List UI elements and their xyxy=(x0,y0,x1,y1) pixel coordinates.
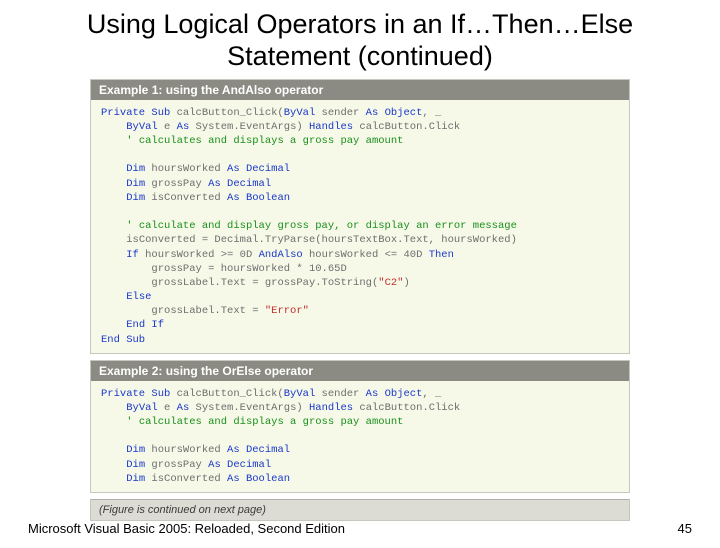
code-kw: AndAlso xyxy=(259,249,303,261)
code-ident: hoursWorked xyxy=(145,163,227,175)
code-ident: grossLabel.Text = grossPay.ToString( xyxy=(151,277,378,289)
code-kw: Dim xyxy=(126,444,145,456)
example-1-code: Private Sub calcButton_Click(ByVal sende… xyxy=(91,100,629,353)
code-kw: Private Sub xyxy=(101,388,170,400)
code-ident: e xyxy=(158,121,177,133)
code-ident: isConverted xyxy=(145,192,227,204)
code-kw: Dim xyxy=(126,473,145,485)
code-ident: sender xyxy=(315,388,365,400)
code-kw: As Object xyxy=(366,107,423,119)
code-kw: Handles xyxy=(309,402,353,414)
example-1-header: Example 1: using the AndAlso operator xyxy=(91,80,629,100)
code-kw: ByVal xyxy=(284,388,316,400)
code-kw: As xyxy=(177,121,190,133)
example-2-header: Example 2: using the OrElse operator xyxy=(91,361,629,381)
code-kw: Dim xyxy=(126,459,145,471)
code-kw: Dim xyxy=(126,192,145,204)
footer-book-title: Microsoft Visual Basic 2005: Reloaded, S… xyxy=(28,521,345,536)
code-comment: ' calculates and displays a gross pay am… xyxy=(126,135,403,147)
code-kw: Then xyxy=(429,249,454,261)
code-line: isConverted = Decimal.TryParse(hoursText… xyxy=(126,234,517,246)
code-kw: Dim xyxy=(126,178,145,190)
code-string: "C2" xyxy=(378,277,403,289)
code-kw: End If xyxy=(126,319,164,331)
code-ident: isConverted xyxy=(145,473,227,485)
code-kw: End Sub xyxy=(101,334,145,346)
code-kw: Else xyxy=(126,291,151,303)
example-2-code: Private Sub calcButton_Click(ByVal sende… xyxy=(91,381,629,492)
code-ident: System.EventArgs) xyxy=(189,121,309,133)
code-ident: grossPay xyxy=(145,178,208,190)
code-line: grossPay = hoursWorked * 10.65D xyxy=(151,263,346,275)
code-kw: Dim xyxy=(126,163,145,175)
code-ident: System.EventArgs) xyxy=(189,402,309,414)
code-kw: As Decimal xyxy=(208,178,271,190)
code-string: "Error" xyxy=(265,305,309,317)
examples-container: Example 1: using the AndAlso operator Pr… xyxy=(90,79,630,493)
code-kw: As Decimal xyxy=(227,444,290,456)
example-1-box: Example 1: using the AndAlso operator Pr… xyxy=(90,79,630,354)
code-ident: , _ xyxy=(422,388,441,400)
code-kw: As Decimal xyxy=(208,459,271,471)
code-ident: , _ xyxy=(422,107,441,119)
code-kw: As Object xyxy=(366,388,423,400)
code-comment: ' calculate and display gross pay, or di… xyxy=(126,220,517,232)
code-ident: calcButton.Click xyxy=(353,402,460,414)
page-title: Using Logical Operators in an If…Then…El… xyxy=(60,8,660,73)
example-2-box: Example 2: using the OrElse operator Pri… xyxy=(90,360,630,493)
code-kw: If xyxy=(126,249,139,261)
code-ident: calcButton.Click xyxy=(353,121,460,133)
code-ident: sender xyxy=(315,107,365,119)
code-ident: hoursWorked <= 40D xyxy=(303,249,429,261)
code-kw: As Boolean xyxy=(227,192,290,204)
code-ident: e xyxy=(158,402,177,414)
code-kw: As Boolean xyxy=(227,473,290,485)
code-ident: calcButton_Click( xyxy=(170,388,283,400)
footer-page-number: 45 xyxy=(678,521,692,536)
code-kw: ByVal xyxy=(126,402,158,414)
figure-continued-note: (Figure is continued on next page) xyxy=(90,499,630,521)
code-comment: ' calculates and displays a gross pay am… xyxy=(126,416,403,428)
code-kw: Private Sub xyxy=(101,107,170,119)
code-ident: ) xyxy=(403,277,409,289)
code-kw: Handles xyxy=(309,121,353,133)
code-ident: grossPay xyxy=(145,459,208,471)
code-kw: As xyxy=(177,402,190,414)
code-kw: ByVal xyxy=(284,107,316,119)
code-ident: calcButton_Click( xyxy=(170,107,283,119)
code-ident: hoursWorked xyxy=(145,444,227,456)
code-kw: ByVal xyxy=(126,121,158,133)
code-ident: grossLabel.Text = xyxy=(151,305,264,317)
code-kw: As Decimal xyxy=(227,163,290,175)
code-ident: hoursWorked >= 0D xyxy=(139,249,259,261)
